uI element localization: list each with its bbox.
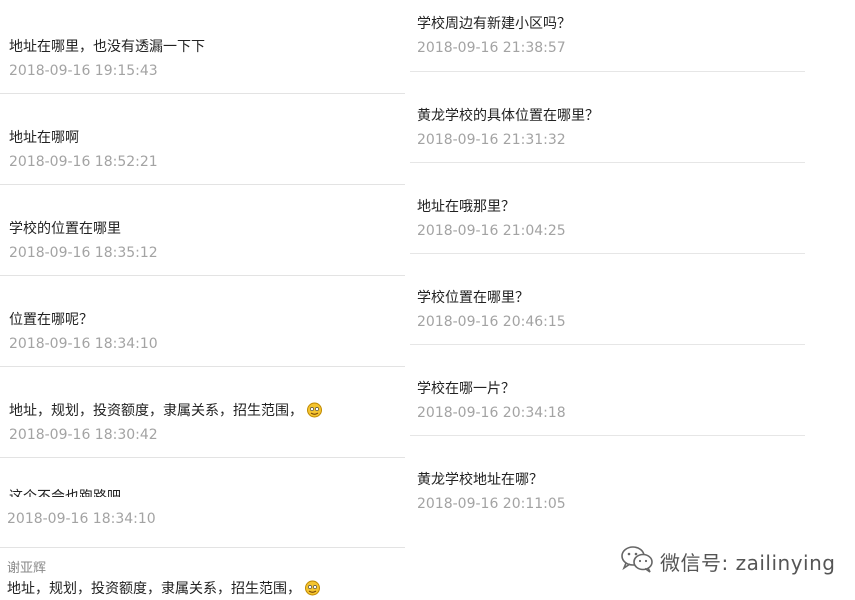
comment-card: 地址在哪啊 2018-09-16 18:52:21 xyxy=(0,94,405,185)
comment-time: 2018-09-16 18:30:42 xyxy=(9,427,158,443)
comment-content: 学校的位置在哪里 xyxy=(9,221,121,237)
comment-card: 地址在哦那里？ 2018-09-16 21:04:25 xyxy=(410,163,805,254)
comment-card: 这个不会也跑路吧 2018-09-16 18:34:10 xyxy=(0,458,405,548)
comment-time: 2018-09-16 18:52:21 xyxy=(9,154,158,170)
comment-content: 这个不会也跑路吧 xyxy=(9,489,121,497)
comment-time: 2018-09-16 21:04:25 xyxy=(417,223,566,239)
comment-content: 学校周边有新建小区吗？ xyxy=(417,16,571,32)
comment-content: 学校位置在哪里？ xyxy=(417,290,529,306)
comment-card: 黄龙学校的具体位置在哪里？ 2018-09-16 21:31:32 xyxy=(410,72,805,163)
comment-content: 黄龙学校地址在哪？ xyxy=(417,472,543,488)
comment-time: 2018-09-16 18:34:10 xyxy=(9,336,158,352)
wechat-icon xyxy=(620,545,654,578)
comment-card: 学校周边有新建小区吗？ 2018-09-16 21:38:57 xyxy=(410,0,805,72)
comment-card: 学校在哪一片？ 2018-09-16 20:34:18 xyxy=(410,345,805,436)
comment-card: 学校的位置在哪里 2018-09-16 18:35:12 xyxy=(0,185,405,276)
comment-content: 位置在哪呢？ xyxy=(9,312,93,328)
comment-time: 2018-09-16 18:34:10 xyxy=(7,511,156,527)
comment-card: 地址，规划，投资额度，隶属关系，招生范围， 2018-09-16 18:30:4… xyxy=(0,367,405,458)
smiley-emoji-icon xyxy=(304,579,321,596)
comment-time: 2018-09-16 18:35:12 xyxy=(9,245,158,261)
comment-list-right: 学校周边有新建小区吗？ 2018-09-16 21:38:57 黄龙学校的具体位… xyxy=(410,0,805,527)
wechat-watermark: 微信号: zailinying xyxy=(620,545,835,578)
comment-time: 2018-09-16 19:15:43 xyxy=(9,63,158,79)
comment-time: 2018-09-16 21:38:57 xyxy=(417,40,566,56)
comment-time: 2018-09-16 20:11:05 xyxy=(417,496,566,512)
comment-time: 2018-09-16 20:46:15 xyxy=(417,314,566,330)
comment-content: 地址在哪啊 xyxy=(9,130,79,146)
comment-content: 学校在哪一片？ xyxy=(417,381,515,397)
comment-card: 位置在哪呢？ 2018-09-16 18:34:10 xyxy=(0,276,405,367)
comment-content: 地址，规划，投资额度，隶属关系，招生范围， xyxy=(7,578,321,598)
comment-content: 地址在哪里，也没有透漏一下下 xyxy=(9,39,205,55)
comment-card: 黄龙学校地址在哪？ 2018-09-16 20:11:05 xyxy=(410,436,805,527)
comment-content: 黄龙学校的具体位置在哪里？ xyxy=(417,108,599,124)
comment-card: 地址在哪里，也没有透漏一下下 2018-09-16 19:15:43 xyxy=(0,0,405,94)
comment-content: 地址，规划，投资额度，隶属关系，招生范围， xyxy=(9,400,323,420)
comment-list-left: 地址在哪里，也没有透漏一下下 2018-09-16 19:15:43 地址在哪啊… xyxy=(0,0,405,597)
smiley-emoji-icon xyxy=(306,401,323,418)
comment-author: 谢亚辉 xyxy=(7,561,47,576)
wechat-id-label: 微信号: zailinying xyxy=(660,551,836,575)
comment-time: 2018-09-16 21:31:32 xyxy=(417,132,566,148)
comment-time: 2018-09-16 20:34:18 xyxy=(417,405,566,421)
comment-content: 地址在哦那里？ xyxy=(417,199,515,215)
comment-card: 学校位置在哪里？ 2018-09-16 20:46:15 xyxy=(410,254,805,345)
